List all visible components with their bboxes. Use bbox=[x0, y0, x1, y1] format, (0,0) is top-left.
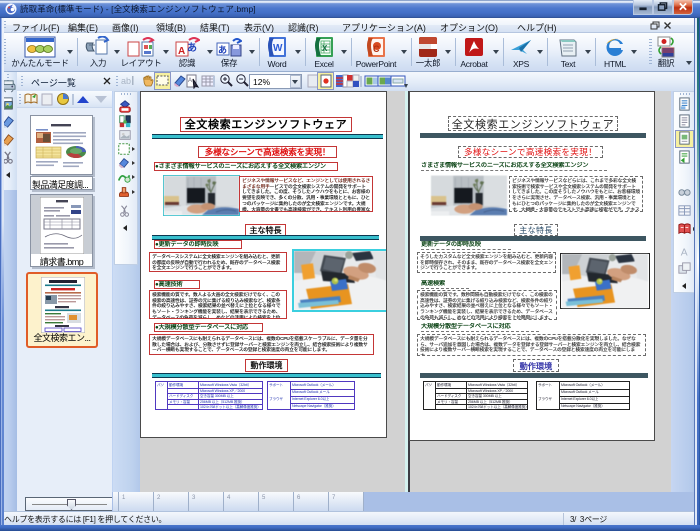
svg-text:W: W bbox=[273, 43, 283, 54]
svg-text:ab: ab bbox=[121, 76, 131, 86]
svg-text:A: A bbox=[188, 78, 192, 84]
svg-text:C: C bbox=[373, 44, 380, 54]
svg-text:あ: あ bbox=[218, 45, 227, 55]
svg-text:A: A bbox=[178, 46, 185, 57]
svg-text:A: A bbox=[681, 247, 688, 258]
svg-text:あ: あ bbox=[187, 41, 197, 54]
